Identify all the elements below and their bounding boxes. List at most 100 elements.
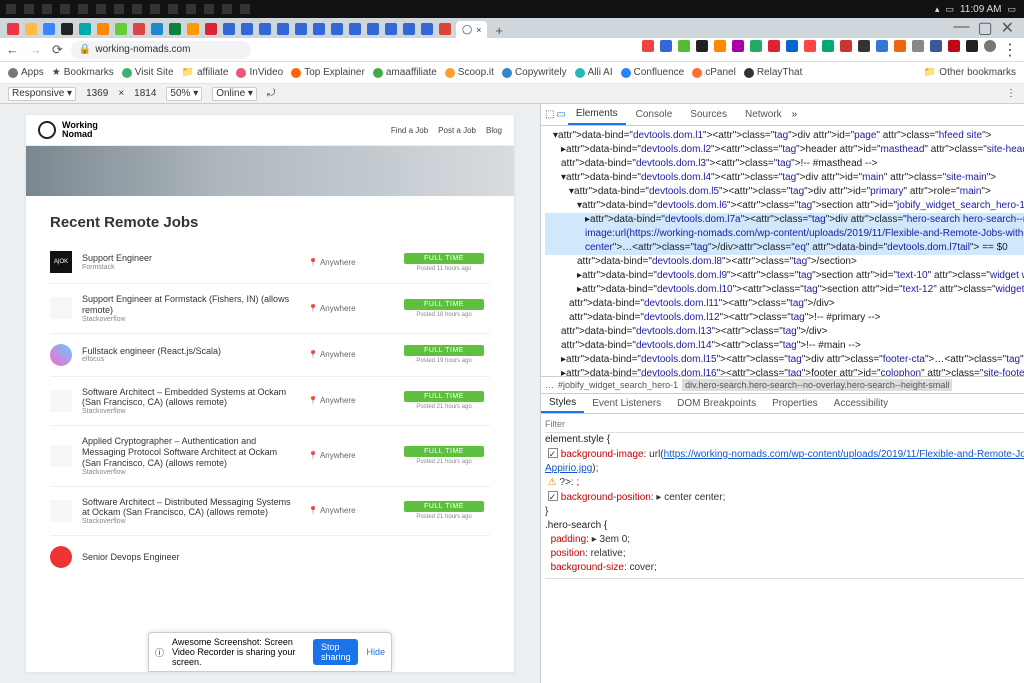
- list-item[interactable]: Support Engineer at Formstack (Fishers, …: [50, 283, 490, 333]
- extension-icon[interactable]: [660, 40, 672, 52]
- list-item[interactable]: Senior Devops Engineer: [50, 535, 490, 578]
- breadcrumb-item[interactable]: div.hero-search.hero-search--no-overlay.…: [682, 379, 952, 391]
- list-item[interactable]: A|OK Support EngineerFormstack 📍Anywhere…: [50, 241, 490, 283]
- tab-icon[interactable]: [205, 23, 217, 35]
- nav-find-job[interactable]: Find a Job: [391, 126, 428, 135]
- tab-icon[interactable]: [349, 23, 361, 35]
- dom-breadcrumb[interactable]: … #jobify_widget_search_hero-1 div.hero-…: [541, 376, 1024, 394]
- extension-icon[interactable]: [894, 40, 906, 52]
- style-prop[interactable]: background-image: [561, 449, 644, 460]
- task-icon[interactable]: [96, 4, 106, 14]
- tab-icon[interactable]: [385, 23, 397, 35]
- tab-icon[interactable]: [79, 23, 91, 35]
- bookmark-item[interactable]: InVideo: [236, 67, 283, 78]
- tab-icon[interactable]: [43, 23, 55, 35]
- inspect-icon[interactable]: ⬚: [545, 109, 554, 120]
- stop-sharing-button[interactable]: Stop sharing: [313, 639, 359, 665]
- extension-icon[interactable]: [966, 40, 978, 52]
- task-icon[interactable]: [42, 4, 52, 14]
- address-field[interactable]: 🔒 working-nomads.com: [71, 41, 251, 59]
- task-icon[interactable]: [78, 4, 88, 14]
- extension-icon[interactable]: [822, 40, 834, 52]
- bookmark-folder[interactable]: 📁affiliate: [182, 67, 229, 78]
- extension-icon[interactable]: [714, 40, 726, 52]
- hide-share-button[interactable]: Hide: [366, 647, 385, 657]
- window-maximize-icon[interactable]: ▢: [977, 18, 992, 38]
- bookmark-item[interactable]: ★Bookmarks: [52, 67, 114, 78]
- device-select[interactable]: Responsive ▾: [8, 87, 76, 101]
- device-toggle-icon[interactable]: ▭: [556, 109, 565, 120]
- tab-icon[interactable]: [25, 23, 37, 35]
- extension-icon[interactable]: [786, 40, 798, 52]
- nav-post-job[interactable]: Post a Job: [438, 126, 476, 135]
- task-icon[interactable]: [204, 4, 214, 14]
- list-item[interactable]: Fullstack engineer (React.js/Scala)elfoc…: [50, 333, 490, 376]
- network-select[interactable]: Online ▾: [212, 87, 257, 101]
- device-menu-icon[interactable]: ⋮: [1006, 88, 1016, 99]
- tab-icon[interactable]: [169, 23, 181, 35]
- bookmark-item[interactable]: Alli AI: [575, 67, 613, 78]
- styles-filter-input[interactable]: [545, 419, 1024, 429]
- bookmark-item[interactable]: cPanel: [692, 67, 736, 78]
- task-icon[interactable]: [114, 4, 124, 14]
- task-icon[interactable]: [240, 4, 250, 14]
- tab-icon[interactable]: [277, 23, 289, 35]
- tab-icon[interactable]: [7, 23, 19, 35]
- styles-pane[interactable]: :hov .cls + element.style { background-i…: [541, 414, 1024, 683]
- tab-icon[interactable]: [313, 23, 325, 35]
- notifications-icon[interactable]: ▭: [1007, 4, 1016, 15]
- chrome-menu-icon[interactable]: ⋮: [1002, 40, 1018, 60]
- tab-sources[interactable]: Sources: [682, 105, 735, 124]
- tab-icon[interactable]: [403, 23, 415, 35]
- tab-icon[interactable]: [223, 23, 235, 35]
- window-close-icon[interactable]: ✕: [1001, 18, 1014, 38]
- dom-tree[interactable]: ▾attr">data-bind="devtools.dom.l1"><attr…: [541, 126, 1024, 376]
- battery-icon[interactable]: ▭: [945, 4, 954, 15]
- tab-icon[interactable]: [367, 23, 379, 35]
- extension-icon[interactable]: [840, 40, 852, 52]
- bookmark-item[interactable]: RelayThat: [744, 67, 803, 78]
- task-icon[interactable]: [132, 4, 142, 14]
- extension-icon[interactable]: [696, 40, 708, 52]
- extension-icon[interactable]: [930, 40, 942, 52]
- breadcrumb-item[interactable]: …: [545, 380, 554, 390]
- width-field[interactable]: 1369: [86, 88, 108, 99]
- style-prop[interactable]: background-position: [561, 492, 651, 503]
- active-tab[interactable]: ◯ ×: [456, 21, 487, 38]
- tab-icon[interactable]: [241, 23, 253, 35]
- tab-icon[interactable]: [295, 23, 307, 35]
- tab-icon[interactable]: [61, 23, 73, 35]
- breadcrumb-item[interactable]: #jobify_widget_search_hero-1: [558, 380, 678, 390]
- extension-icon[interactable]: [912, 40, 924, 52]
- list-item[interactable]: Software Architect – Distributed Messagi…: [50, 486, 490, 536]
- tab-icon[interactable]: [133, 23, 145, 35]
- forward-button[interactable]: →: [29, 42, 42, 58]
- bookmark-item[interactable]: amaaffiliate: [373, 67, 437, 78]
- new-tab-button[interactable]: +: [489, 23, 509, 38]
- task-icon[interactable]: [24, 4, 34, 14]
- list-item[interactable]: Software Architect – Embedded Systems at…: [50, 376, 490, 426]
- tab-close-icon[interactable]: ×: [476, 25, 481, 35]
- tab-properties[interactable]: Properties: [764, 395, 826, 412]
- tab-icon[interactable]: [331, 23, 343, 35]
- bookmark-item[interactable]: Copywritely: [502, 67, 567, 78]
- bookmark-item[interactable]: Confluence: [621, 67, 685, 78]
- tab-icon[interactable]: [97, 23, 109, 35]
- tab-styles[interactable]: Styles: [541, 394, 584, 413]
- start-icon[interactable]: [6, 4, 16, 14]
- nav-blog[interactable]: Blog: [486, 126, 502, 135]
- tabs-overflow-icon[interactable]: »: [792, 109, 798, 120]
- tab-console[interactable]: Console: [628, 105, 681, 124]
- tab-event-listeners[interactable]: Event Listeners: [584, 395, 669, 412]
- height-field[interactable]: 1814: [134, 88, 156, 99]
- clock[interactable]: 11:09 AM: [960, 4, 1002, 15]
- tab-icon[interactable]: [187, 23, 199, 35]
- reload-button[interactable]: ⟳: [52, 42, 63, 58]
- extension-icon[interactable]: [948, 40, 960, 52]
- extension-icon[interactable]: [768, 40, 780, 52]
- apps-button[interactable]: Apps: [8, 67, 44, 78]
- tab-icon[interactable]: [439, 23, 451, 35]
- style-toggle[interactable]: [548, 448, 558, 458]
- zoom-select[interactable]: 50% ▾: [166, 87, 202, 101]
- tab-elements[interactable]: Elements: [568, 104, 626, 125]
